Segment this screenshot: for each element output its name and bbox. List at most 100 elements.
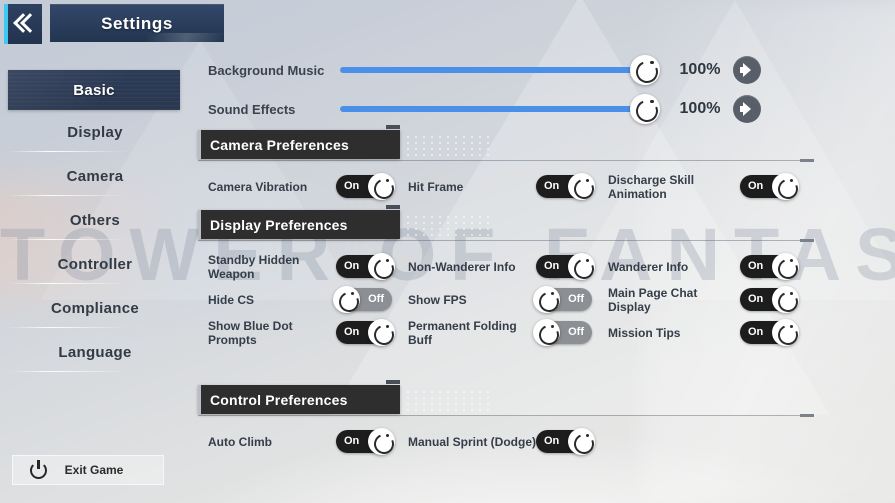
- toggle-state-label: On: [748, 180, 764, 192]
- toggle-knob-icon[interactable]: [368, 428, 395, 455]
- toggle-state-label: Off: [568, 326, 584, 338]
- exit-game-label: Exit Game: [64, 463, 124, 477]
- camera-vibration-toggle[interactable]: On: [336, 173, 395, 200]
- sidebar-item-camera[interactable]: Camera: [0, 154, 190, 198]
- volume-slider[interactable]: [340, 94, 660, 124]
- show-blue-dot-prompts-toggle[interactable]: On: [336, 319, 395, 346]
- setting-label: Show FPS: [408, 292, 467, 307]
- sidebar-item-basic[interactable]: Basic: [8, 70, 180, 110]
- section-divider: [198, 415, 805, 416]
- toggle-state-label: On: [344, 326, 360, 338]
- audio-row: Background Music 100%: [190, 53, 895, 87]
- settings-section: Control Preferences Auto Climb On Manual Sp…: [190, 380, 895, 458]
- settings-screen: TOWER OF FANTASY Settings Basic Display Ca…: [0, 0, 895, 503]
- sidebar-divider: [8, 239, 128, 240]
- slider-knob[interactable]: [630, 55, 660, 85]
- settings-content: Background Music 100% Sound Effects 100% Cam…: [190, 0, 895, 503]
- non-wanderer-info-toggle[interactable]: On: [536, 253, 595, 280]
- toggle-knob-icon[interactable]: [368, 319, 395, 346]
- setting-label: Standby Hidden Weapon: [208, 252, 300, 281]
- setting-label: Permanent Folding Buff: [408, 318, 517, 347]
- toggle-state-label: On: [748, 293, 764, 305]
- sidebar-item-label: Basic: [73, 81, 115, 99]
- sidebar-item-language[interactable]: Language: [0, 330, 190, 374]
- option-row: Camera Vibration On Hit Frame On Discharge S…: [190, 170, 895, 203]
- permanent-folding-buff-toggle[interactable]: Off: [533, 319, 592, 346]
- sidebar-item-others[interactable]: Others: [0, 198, 190, 242]
- toggle-state-label: On: [344, 180, 360, 192]
- sidebar-divider: [8, 151, 128, 152]
- toggle-state-label: Off: [568, 293, 584, 305]
- speaker-icon[interactable]: [733, 56, 761, 84]
- setting-label: Manual Sprint (Dodge): [408, 434, 536, 449]
- sidebar-divider: [8, 371, 128, 372]
- toggle-knob-icon[interactable]: [772, 253, 799, 280]
- toggle-knob-icon[interactable]: [568, 428, 595, 455]
- toggle-state-label: On: [544, 260, 560, 272]
- toggle-state-label: On: [344, 260, 360, 272]
- power-icon: [30, 459, 47, 479]
- section-tick: [386, 205, 400, 209]
- section-title: Control Preferences: [210, 391, 348, 408]
- sidebar-item-display[interactable]: Display: [0, 110, 190, 154]
- option-row: Show Blue Dot Prompts On Permanent Folding…: [190, 316, 895, 349]
- option-grid: Camera Vibration On Hit Frame On Discharge S…: [190, 162, 895, 203]
- volume-value: 100%: [679, 61, 721, 78]
- discharge-skill-animation-toggle[interactable]: On: [740, 173, 799, 200]
- toggle-knob-icon[interactable]: [368, 173, 395, 200]
- standby-hidden-weapon-toggle[interactable]: On: [336, 253, 395, 280]
- wanderer-info-toggle[interactable]: On: [740, 253, 799, 280]
- slider-fill: [340, 106, 645, 112]
- back-button[interactable]: [4, 4, 42, 44]
- section-title-plate: Display Preferences: [198, 210, 400, 239]
- toggle-knob-icon[interactable]: [333, 286, 360, 313]
- sidebar-item-compliance[interactable]: Compliance: [0, 286, 190, 330]
- audio-label: Sound Effects: [208, 101, 296, 117]
- speaker-icon[interactable]: [733, 95, 761, 123]
- show-fps-toggle[interactable]: Off: [533, 286, 592, 313]
- option-row: Auto Climb On Manual Sprint (Dodge) On: [190, 425, 895, 458]
- toggle-knob-icon[interactable]: [533, 319, 560, 346]
- section-header: Control Preferences: [190, 380, 895, 417]
- section-tick: [386, 380, 400, 384]
- setting-label: Auto Climb: [208, 434, 272, 449]
- toggle-knob-icon[interactable]: [568, 253, 595, 280]
- setting-option: Show FPS Off: [408, 283, 608, 316]
- setting-option: Non-Wanderer Info On: [408, 250, 608, 283]
- settings-section: Display Preferences Standby Hidden Weapon…: [190, 205, 895, 349]
- sidebar-item-label: Language: [58, 343, 132, 361]
- setting-label: Non-Wanderer Info: [408, 259, 516, 274]
- slider-knob[interactable]: [630, 94, 660, 124]
- manual-sprint-dodge-toggle[interactable]: On: [536, 428, 595, 455]
- setting-label: Show Blue Dot Prompts: [208, 318, 293, 347]
- toggle-knob-icon[interactable]: [772, 319, 799, 346]
- section-dot-texture: [404, 134, 494, 156]
- mission-tips-toggle[interactable]: On: [740, 319, 799, 346]
- option-grid: Auto Climb On Manual Sprint (Dodge) On: [190, 417, 895, 458]
- chevron-double-left-icon: [16, 15, 34, 33]
- exit-game-button[interactable]: Exit Game: [12, 455, 164, 485]
- volume-slider[interactable]: [340, 55, 660, 85]
- setting-label: Hit Frame: [408, 179, 464, 194]
- sidebar: Basic Display Camera Others Controller Compli…: [0, 70, 190, 374]
- sidebar-item-controller[interactable]: Controller: [0, 242, 190, 286]
- toggle-state-label: Off: [368, 293, 384, 305]
- setting-option: Standby Hidden Weapon On: [208, 250, 403, 283]
- toggle-knob-icon[interactable]: [368, 253, 395, 280]
- audio-label: Background Music: [208, 62, 325, 78]
- setting-option: Hide CS Off: [208, 283, 403, 316]
- hide-cs-toggle[interactable]: Off: [333, 286, 392, 313]
- setting-option: Permanent Folding Buff Off: [408, 316, 608, 349]
- option-row: Hide CS Off Show FPS Off Main Page Chat Disp…: [190, 283, 895, 316]
- toggle-state-label: On: [748, 326, 764, 338]
- settings-section: Camera Preferences Camera Vibration On Hit …: [190, 125, 895, 203]
- hit-frame-toggle[interactable]: On: [536, 173, 595, 200]
- main-page-chat-display-toggle[interactable]: On: [740, 286, 799, 313]
- auto-climb-toggle[interactable]: On: [336, 428, 395, 455]
- section-dot-texture: [404, 389, 494, 411]
- toggle-knob-icon[interactable]: [772, 173, 799, 200]
- toggle-knob-icon[interactable]: [568, 173, 595, 200]
- section-dot-texture: [404, 214, 494, 236]
- toggle-knob-icon[interactable]: [533, 286, 560, 313]
- toggle-knob-icon[interactable]: [772, 286, 799, 313]
